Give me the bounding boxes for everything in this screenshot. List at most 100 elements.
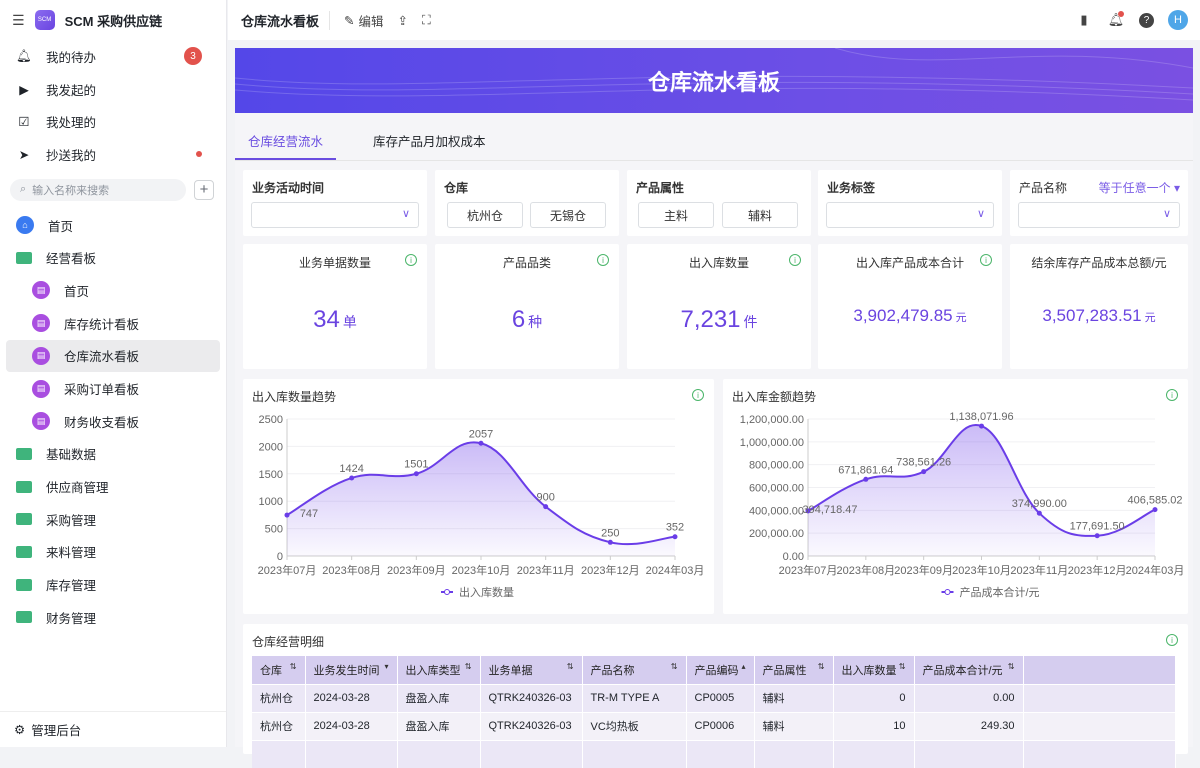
table-cell: 辅料 [754,711,834,740]
panel-icon[interactable]: ▮ [1075,11,1093,29]
match-mode-dropdown[interactable]: 等于任意一个 ▾ [1099,179,1180,196]
nav-label: 库存管理 [46,579,97,594]
nav-label: 仓库流水看板 [64,350,140,365]
nav-folder-supplier[interactable]: 供应商管理 [0,470,220,503]
table-cell: 2024-03-28 [305,683,398,712]
tag-select[interactable]: ∨ [826,202,994,228]
play-circle-icon: ▶ [19,82,29,97]
column-header[interactable]: 出入库数量 ⇅ [833,656,915,684]
chevron-down-icon: ∨ [976,208,985,220]
sort-icon[interactable]: ⇅ [567,662,574,671]
folder-icon [16,446,32,462]
amount-trend-card: 出入库金额趋势 i 0.00 200,000.00 400,000.00 600,00… [723,379,1188,614]
tab-warehouse-flow[interactable]: 仓库经营流水 [235,125,337,160]
nav-sub-home[interactable]: ▤ 首页 [0,274,220,307]
column-header[interactable]: 产品成本合计/元 ⇅ [914,656,1024,684]
nav-my-initiated[interactable]: ▶ 我发起的 [0,73,220,106]
fullscreen-button[interactable]: ⛶ [422,13,431,28]
sort-icon[interactable]: ⇅ [818,662,825,671]
avatar[interactable]: H [1168,10,1188,30]
sort-icon[interactable]: ▾ [384,662,388,671]
nav-folder-finance[interactable]: 财务管理 [0,601,220,634]
table-cell [914,739,1024,768]
nav-folder-stock[interactable]: 库存管理 [0,568,220,601]
legend-marker-dot [444,589,450,595]
column-header[interactable]: 产品属性 ⇅ [754,656,834,684]
y-tick-label: 2000 [259,441,283,453]
nav-my-processed[interactable]: ☑ 我处理的 [0,105,220,138]
data-point [1094,533,1100,539]
info-icon[interactable]: i [405,254,417,266]
nav-sub-inventory[interactable]: ▤ 库存统计看板 [0,307,220,340]
table-cell: 0 [833,683,915,712]
column-label: 出入库数量 [841,664,897,677]
data-point [284,512,290,518]
table-row[interactable] [252,739,1176,768]
menu-toggle-icon[interactable]: ☰ [12,12,25,29]
info-icon[interactable]: i [789,254,801,266]
y-tick-label: 500 [265,524,283,536]
sort-icon[interactable]: ⇅ [465,662,472,671]
time-select[interactable]: ∨ [251,202,419,228]
warehouse-option-hangzhou[interactable]: 杭州仓 [447,202,523,228]
nav-dashboards[interactable]: 经营看板 [0,241,220,274]
sort-icon[interactable]: ⇅ [899,662,906,671]
table-row[interactable]: 杭州仓 2024-03-28 盘盈入库 QTRK240326-03 VC均热板 CP000… [252,711,1176,740]
sort-icon[interactable]: ⇅ [290,662,297,671]
nav-sub-purchase[interactable]: ▤ 采购订单看板 [0,372,220,405]
x-tick-label: 2023年12月 [581,563,640,577]
product-select[interactable]: ∨ [1018,202,1180,228]
info-icon[interactable]: i [980,254,992,266]
sort-icon[interactable]: ⇅ [671,662,678,671]
data-label: 671,861.64 [838,464,893,476]
column-header[interactable]: 仓库 ⇅ [252,656,306,684]
nav-folder-basic[interactable]: 基础数据 [0,438,220,471]
info-icon[interactable]: i [597,254,609,266]
nav-cc-me[interactable]: ➤ 抄送我的 [0,138,220,171]
nav-sub-finance[interactable]: ▤ 财务收支看板 [0,405,220,438]
nav-sub-warehouse-flow[interactable]: ▤ 仓库流水看板 [6,339,220,373]
warehouse-option-wuxi[interactable]: 无锡仓 [530,202,606,228]
tab-monthly-cost[interactable]: 库存产品月加权成本 [360,125,499,160]
table-cell [686,739,755,768]
attr-option-aux[interactable]: 辅料 [722,202,798,228]
column-header[interactable]: 产品编码 ▴ [686,656,755,684]
page-title: 仓库流水看板 [241,10,331,30]
dashboard-icon: ▤ [32,314,50,333]
data-point [1152,507,1158,513]
folder-icon [16,609,32,625]
add-button[interactable]: + [194,179,214,200]
nav-folder-purchase[interactable]: 采购管理 [0,503,220,536]
table-cell: 盘盈入库 [397,711,481,740]
nav-label: 首页 [48,219,74,234]
column-label: 出入库类型 [405,664,461,677]
attr-option-main[interactable]: 主料 [638,202,714,228]
share-button[interactable]: ⇪ [398,13,408,28]
nav-label: 抄送我的 [46,148,97,163]
data-label: 900 [536,492,554,504]
kpi-title: 产品品类 [502,256,551,270]
notification-bell-icon[interactable]: 🔔︎ [1107,11,1125,29]
info-icon[interactable]: i [1166,634,1178,646]
column-label: 产品成本合计/元 [922,664,1003,677]
sort-icon[interactable]: ⇅ [1008,662,1015,671]
column-header[interactable]: 业务发生时间 ▾ [305,656,398,684]
edit-button[interactable]: ✎ 编辑 [344,11,384,30]
nav-home[interactable]: ⌂ 首页 [0,209,220,242]
y-tick-label: 1500 [259,469,283,481]
column-header[interactable]: 出入库类型 ⇅ [397,656,481,684]
kpi-unit: 元 [955,312,967,324]
table-cell [252,739,306,768]
filter-warehouse: 仓库 杭州仓 无锡仓 [435,170,619,236]
sidebar-search-input[interactable]: ⌕ 输入名称来搜索 [10,178,186,201]
column-header[interactable]: 产品名称 ⇅ [582,656,687,684]
nav-my-todo[interactable]: 🔔︎ 我的待办 3 [0,40,220,73]
nav-folder-incoming[interactable]: 来料管理 [0,536,220,569]
admin-link[interactable]: ⚙ 管理后台 [0,711,226,747]
sort-icon[interactable]: ▴ [741,662,745,671]
table-row[interactable]: 杭州仓 2024-03-28 盘盈入库 QTRK240326-03 TR-M TYPE … [252,683,1176,712]
legend-label: 产品成本合计/元 [960,585,1040,599]
help-icon[interactable]: ? [1139,12,1154,28]
dashboard-icon: ▤ [32,412,50,431]
column-header[interactable]: 业务单据 ⇅ [480,656,583,684]
